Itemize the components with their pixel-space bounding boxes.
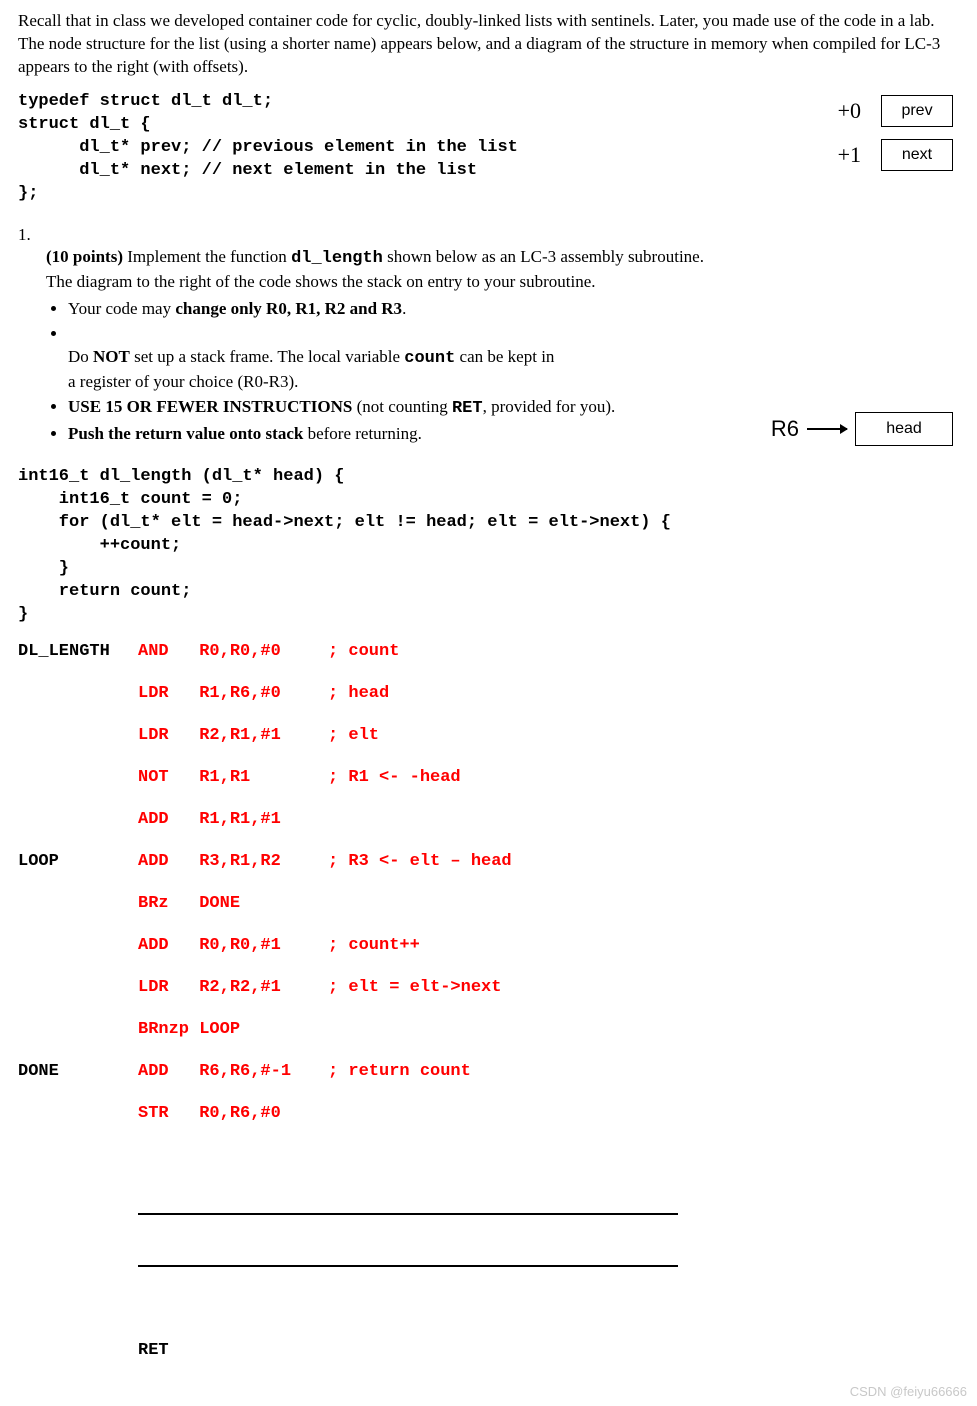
asm-comment: ; head xyxy=(328,683,389,706)
asm-label: LOOP xyxy=(18,851,138,874)
bullet-bold: Push the return value onto stack xyxy=(68,424,303,443)
memory-diagram: +0 prev +1 next xyxy=(827,95,953,171)
ret-row: RET xyxy=(18,1295,959,1387)
asm-row: NOT R1,R1; R1 <- -head xyxy=(18,767,959,809)
asm-comment: ; elt = elt->next xyxy=(328,977,501,1000)
field-box-prev: prev xyxy=(881,95,953,127)
bullet-bold: change only R0, R1, R2 and R3 xyxy=(175,299,402,318)
asm-row: LDR R2,R2,#1; elt = elt->next xyxy=(18,977,959,1019)
bullet-mono: count xyxy=(404,349,455,368)
c-code: int16_t dl_length (dl_t* head) { int16_t… xyxy=(18,466,959,627)
asm-instruction: AND R0,R0,#0 xyxy=(138,641,328,664)
asm-row: LOOPADD R3,R1,R2; R3 <- elt – head xyxy=(18,851,959,893)
assembly-listing: DL_LENGTHAND R0,R0,#0; countLDR R1,R6,#0… xyxy=(18,641,959,1165)
asm-instruction: ADD R3,R1,R2 xyxy=(138,851,328,874)
bullet-text: set up a stack frame. The local variable xyxy=(130,347,404,366)
asm-comment: ; return count xyxy=(328,1061,471,1084)
q1-lead-a: Implement the function xyxy=(123,247,291,266)
bullet-text: . xyxy=(402,299,406,318)
asm-instruction: ADD R1,R1,#1 xyxy=(138,809,328,832)
asm-row: LDR R2,R1,#1; elt xyxy=(18,725,959,767)
offset-label: +1 xyxy=(827,140,861,170)
bullet-item: Do NOT set up a stack frame. The local v… xyxy=(68,323,959,394)
asm-comment: ; elt xyxy=(328,725,379,748)
asm-label: DONE xyxy=(18,1061,138,1084)
asm-comment: ; count xyxy=(328,641,399,664)
bullet-text: Your code may xyxy=(68,299,175,318)
asm-instruction: LDR R2,R1,#1 xyxy=(138,725,328,748)
offset-label: +0 xyxy=(827,96,861,126)
bullet-text: (not counting xyxy=(352,397,452,416)
struct-code: typedef struct dl_t dl_t; struct dl_t { … xyxy=(18,91,959,206)
field-box-next: next xyxy=(881,139,953,171)
asm-row: DONEADD R6,R6,#-1; return count xyxy=(18,1061,959,1103)
asm-instruction: BRz DONE xyxy=(138,893,328,916)
asm-row: ADD R0,R0,#1; count++ xyxy=(18,935,959,977)
stack-diagram: R6 head xyxy=(771,412,953,446)
blank-lines xyxy=(18,1185,959,1267)
asm-comment: ; count++ xyxy=(328,935,420,958)
q1-fn-name: dl_length xyxy=(291,249,383,268)
bullet-text: , provided for you). xyxy=(483,397,616,416)
asm-instruction: ADD R6,R6,#-1 xyxy=(138,1061,328,1084)
asm-row: STR R0,R6,#0 xyxy=(18,1103,959,1165)
asm-label: DL_LENGTH xyxy=(18,641,138,664)
asm-instruction: STR R0,R6,#0 xyxy=(138,1103,328,1126)
watermark: CSDN @feiyu66666 xyxy=(850,1383,967,1401)
blank-line xyxy=(138,1237,678,1267)
bullet-item: Your code may change only R0, R1, R2 and… xyxy=(68,298,959,321)
bullet-text: Do xyxy=(68,347,93,366)
asm-instruction: ADD R0,R0,#1 xyxy=(138,935,328,958)
asm-ret: RET xyxy=(138,1340,328,1363)
question-number: 1. xyxy=(18,224,38,448)
points-label: (10 points) xyxy=(46,247,123,266)
bullet-bold: USE 15 OR FEWER INSTRUCTIONS xyxy=(68,397,352,416)
arrow-icon xyxy=(807,428,847,430)
bullet-bold: NOT xyxy=(93,347,130,366)
register-label: R6 xyxy=(771,414,799,444)
asm-row: BRnzp LOOP xyxy=(18,1019,959,1061)
asm-comment: ; R1 <- -head xyxy=(328,767,461,790)
asm-comment: ; R3 <- elt – head xyxy=(328,851,512,874)
asm-row: ADD R1,R1,#1 xyxy=(18,809,959,851)
asm-row: BRz DONE xyxy=(18,893,959,935)
asm-instruction: LDR R2,R2,#1 xyxy=(138,977,328,1000)
asm-instruction: NOT R1,R1 xyxy=(138,767,328,790)
bullet-text: before returning. xyxy=(303,424,421,443)
stack-cell-head: head xyxy=(855,412,953,446)
asm-instruction: LDR R1,R6,#0 xyxy=(138,683,328,706)
asm-row: LDR R1,R6,#0; head xyxy=(18,683,959,725)
asm-row: DL_LENGTHAND R0,R0,#0; count xyxy=(18,641,959,683)
bullet-mono: RET xyxy=(452,399,483,418)
asm-instruction: BRnzp LOOP xyxy=(138,1019,328,1042)
blank-line xyxy=(138,1185,678,1215)
intro-paragraph: Recall that in class we developed contai… xyxy=(18,10,959,79)
